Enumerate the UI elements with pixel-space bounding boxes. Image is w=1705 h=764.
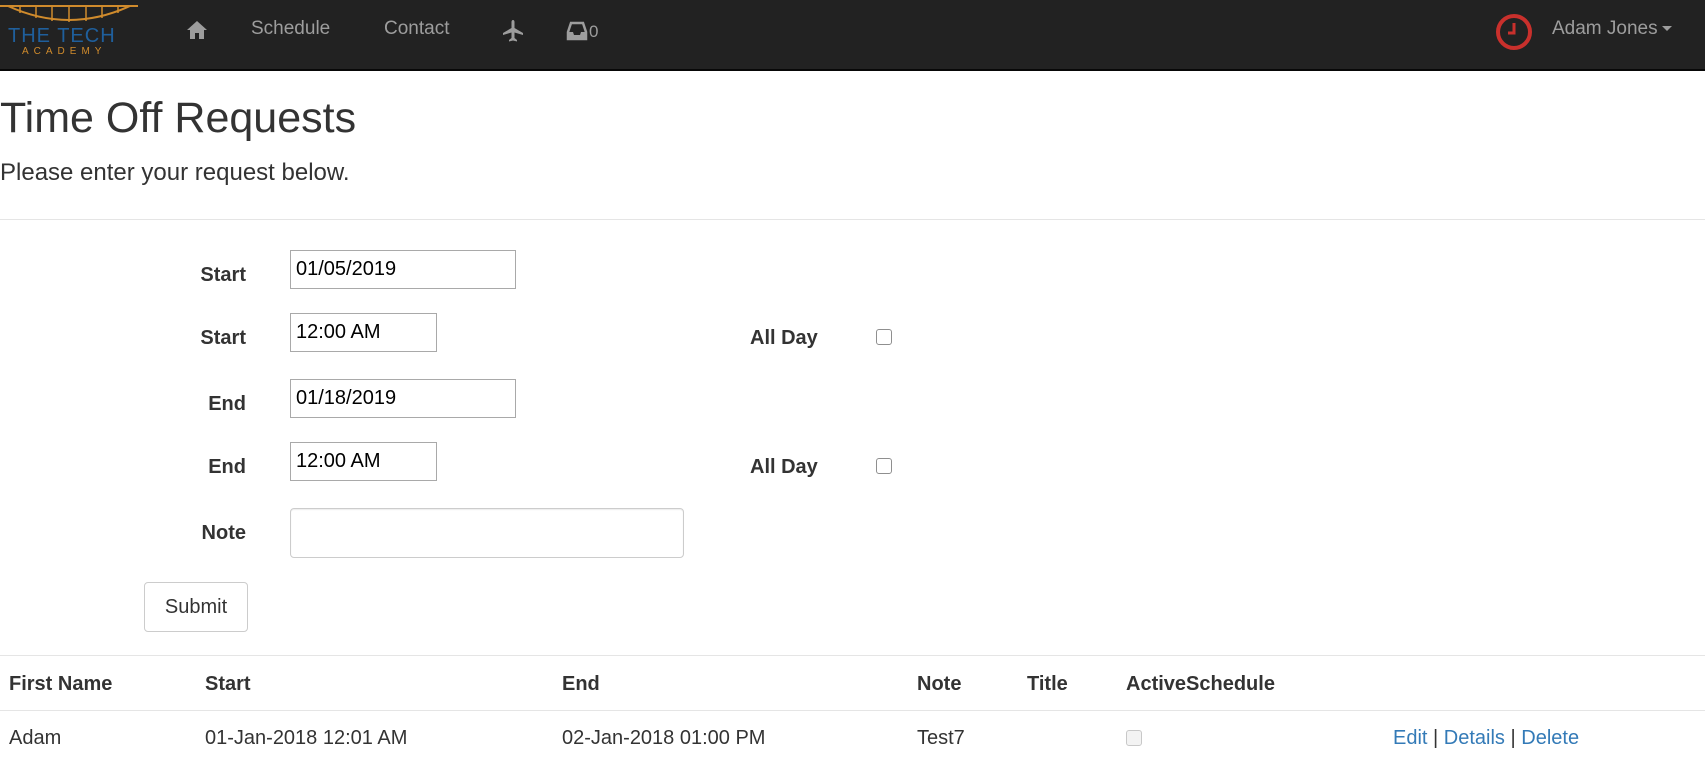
home-icon[interactable] (186, 19, 208, 49)
column-header-end: End (562, 673, 600, 695)
table-header-divider (0, 710, 1705, 711)
logo-text-sub: ACADEMY (22, 46, 107, 57)
end-time-input[interactable] (290, 442, 437, 481)
user-name: Adam Jones (1552, 18, 1658, 39)
form-divider (0, 655, 1705, 656)
header-divider (0, 219, 1705, 220)
cell-first-name: Adam (9, 727, 62, 749)
note-label: Note (201, 522, 246, 544)
edit-link[interactable]: Edit (1393, 727, 1427, 749)
caret-down-icon (1661, 26, 1672, 32)
column-header-active-schedule: ActiveSchedule (1126, 673, 1275, 695)
start-time-label: Start (200, 327, 246, 349)
column-header-note: Note (917, 673, 962, 695)
column-header-start: Start (205, 673, 251, 695)
end-all-day-checkbox[interactable] (876, 458, 892, 474)
column-header-first-name: First Name (9, 673, 113, 695)
delete-link[interactable]: Delete (1521, 727, 1579, 749)
end-time-label: End (208, 456, 246, 478)
top-navbar: THE TECH ACADEMY Schedule Contact 0 Adam… (0, 0, 1705, 71)
action-separator: | (1433, 727, 1439, 749)
user-menu-dropdown[interactable]: Adam Jones (1552, 14, 1672, 44)
nav-contact-link[interactable]: Contact (384, 14, 449, 44)
start-date-input[interactable] (290, 250, 516, 289)
end-date-label: End (208, 393, 246, 415)
start-date-label: Start (200, 264, 246, 286)
page-subtitle: Please enter your request below. (0, 159, 350, 186)
cell-end: 02-Jan-2018 01:00 PM (562, 727, 766, 749)
start-all-day-checkbox[interactable] (876, 329, 892, 345)
end-date-input[interactable] (290, 379, 516, 418)
start-time-input[interactable] (290, 313, 437, 352)
column-header-title: Title (1027, 673, 1068, 695)
airplane-icon[interactable] (501, 19, 525, 49)
details-link[interactable]: Details (1444, 727, 1505, 749)
action-separator: | (1510, 727, 1516, 749)
row-actions: Edit | Details | Delete (1393, 725, 1579, 751)
inbox-icon[interactable] (566, 20, 588, 50)
start-all-day-label: All Day (750, 327, 818, 349)
cell-start: 01-Jan-2018 12:01 AM (205, 727, 408, 749)
end-all-day-label: All Day (750, 456, 818, 478)
submit-button[interactable]: Submit (144, 582, 248, 632)
brand-logo[interactable]: THE TECH ACADEMY (0, 0, 140, 64)
cell-active-schedule-checkbox (1126, 730, 1142, 746)
nav-schedule-link[interactable]: Schedule (251, 14, 330, 44)
note-input[interactable] (290, 508, 684, 558)
logo-text-main: THE TECH (8, 25, 116, 47)
inbox-count-badge: 0 (589, 22, 599, 41)
cell-note: Test7 (917, 727, 965, 749)
page-title: Time Off Requests (0, 94, 357, 142)
clock-icon[interactable] (1495, 13, 1533, 51)
